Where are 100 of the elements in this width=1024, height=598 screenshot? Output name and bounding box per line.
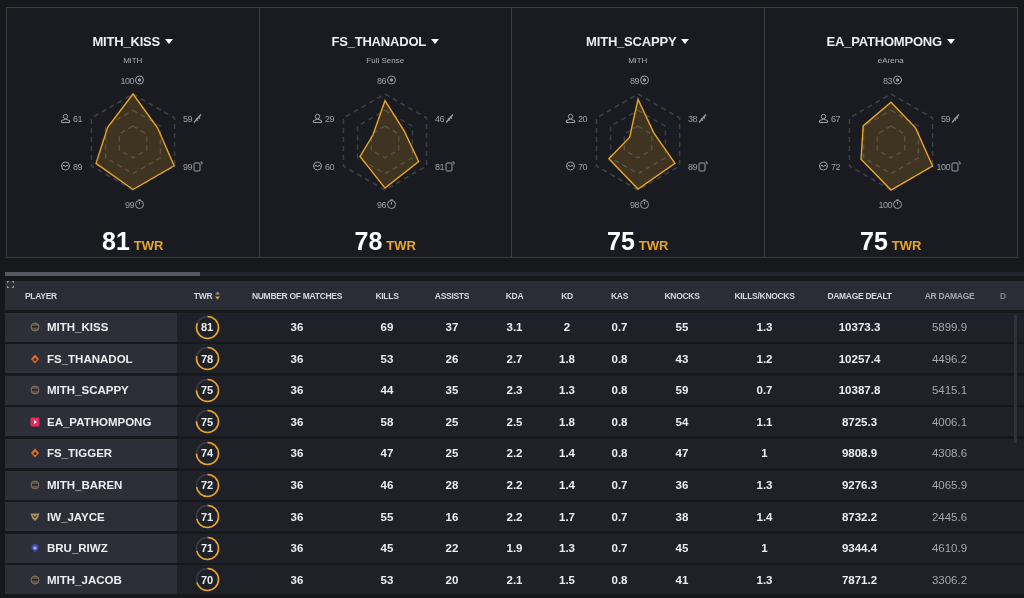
- column-header[interactable]: ASSISTS: [434, 290, 470, 301]
- twr-score: 81: [102, 227, 130, 256]
- axis-value: 89: [687, 161, 697, 172]
- table-cell-text: 3.1: [505, 321, 524, 334]
- table-cell-text: 2.5: [505, 415, 524, 428]
- table-cell-text: 53: [379, 573, 395, 586]
- table-cell-text: 1.5: [558, 573, 576, 586]
- player-selector[interactable]: FS_THANADOL: [331, 34, 440, 49]
- table-row[interactable]: FS_THANADOL 78 36 53 26 2.7 1.8 0.8 43 1.2 10257.4 4496.2: [5, 344, 1024, 374]
- table-cell-text: 0.7: [610, 542, 629, 555]
- table-cell-text: 2.2: [505, 447, 524, 460]
- table-cell-text: 2.3: [505, 384, 524, 397]
- table-cell-text: 58: [379, 415, 395, 428]
- crest-icon: [30, 543, 40, 554]
- table-cell-text: 46: [379, 479, 395, 492]
- player-name: FS_THANADOL: [47, 352, 133, 365]
- twr-score: 75: [607, 227, 635, 256]
- play-icon: [30, 416, 40, 427]
- player-name: IW_JAYCE: [47, 510, 105, 523]
- table-cell-text: 1.3: [755, 479, 774, 492]
- table-row[interactable]: EA_PATHOMPONG 75 36 58 25 2.5 1.8 0.8 54 1.1 8725.3 4006.1: [5, 407, 1024, 437]
- table-cell-text: 0.8: [610, 447, 629, 460]
- table-row[interactable]: IW_JAYCE 71 36 55 16 2.2 1.7 0.7 38 1.4 8732.2 2445.6: [5, 502, 1024, 532]
- column-header[interactable]: D: [1000, 290, 1006, 301]
- column-header[interactable]: AR DAMAGE: [924, 290, 975, 301]
- table-cell-text: 26: [444, 352, 460, 365]
- table-cell-text: 5415.1: [930, 384, 969, 397]
- table-cell-text: 10373.3: [837, 321, 882, 334]
- twr-ring: [194, 409, 220, 435]
- twr-value: 71: [200, 542, 214, 555]
- table-cell-text: 1: [760, 542, 769, 555]
- pulse-icon: [818, 161, 828, 171]
- helmet-icon: [30, 480, 40, 491]
- table-cell-text: 36: [289, 447, 305, 460]
- table-cell-text: 9344.4: [840, 542, 879, 555]
- person-icon: [60, 113, 70, 123]
- table-cell-text: 36: [289, 542, 305, 555]
- table-cell-text: 43: [674, 352, 690, 365]
- helmet-icon: [30, 574, 40, 585]
- table-cell-text: 36: [289, 384, 305, 397]
- table-cell-text: 1.1: [755, 415, 774, 428]
- crosshair-icon: [387, 75, 397, 85]
- axis-value: 100: [936, 161, 950, 172]
- column-header[interactable]: DAMAGE DEALT: [827, 290, 892, 301]
- scrollbar-thumb[interactable]: [5, 272, 200, 276]
- player-selector[interactable]: MITH_SCAPPY: [586, 34, 690, 49]
- table-row[interactable]: MITH_JACOB 70 36 53 20 2.1 1.5 0.8 41 1.3 7871.2 3306.2: [5, 565, 1024, 595]
- column-header[interactable]: PLAYER: [25, 290, 57, 301]
- caret-icon: [681, 39, 690, 44]
- phone-icon: [445, 161, 455, 172]
- table-cell-text: 4308.6: [930, 447, 969, 460]
- column-header[interactable]: KILLS: [375, 290, 399, 301]
- twr-score: 75: [860, 227, 888, 256]
- table-cell-text: 0.8: [610, 352, 629, 365]
- axis-value: 98: [629, 199, 639, 210]
- person-icon: [818, 113, 828, 123]
- twr-label: TWR: [891, 238, 922, 253]
- stopwatch-icon: [639, 199, 649, 209]
- phone-icon: [951, 161, 961, 172]
- column-header[interactable]: NUMBER OF MATCHES: [251, 290, 343, 301]
- table-cell-text: 8725.3: [840, 415, 879, 428]
- axis-value: 46: [435, 113, 445, 124]
- twr-value: 74: [200, 447, 214, 460]
- table-cell-text: 36: [289, 415, 305, 428]
- axis-value: 89: [72, 161, 82, 172]
- sort-icon[interactable]: [215, 291, 221, 300]
- table-cell-text: 1.3: [755, 321, 774, 334]
- column-header[interactable]: KNOCKS: [664, 290, 700, 301]
- column-header[interactable]: KAS: [610, 290, 628, 301]
- crosshair-icon: [639, 75, 649, 85]
- column-header[interactable]: KILLS/KNOCKS: [734, 290, 795, 301]
- table-cell-text: 45: [674, 542, 690, 555]
- table-cell-text: 36: [289, 321, 305, 334]
- table-cell-text: 5899.9: [930, 321, 969, 334]
- table-cell-text: 38: [674, 510, 690, 523]
- column-header[interactable]: KD: [561, 290, 573, 301]
- table-row[interactable]: FS_TIGGER 74 36 47 25 2.2 1.4 0.8 47 1 9808.9 4308.6: [5, 438, 1024, 468]
- syringe-icon: [445, 113, 454, 124]
- expand-icon[interactable]: [7, 281, 14, 288]
- player-selector[interactable]: MITH_KISS: [92, 34, 173, 49]
- table-cell-text: 4006.1: [930, 415, 969, 428]
- table-row[interactable]: MITH_KISS 81 36 69 37 3.1 2 0.7 55 1.3 10373.3 5899.9: [5, 312, 1024, 342]
- table-cell-text: 0.7: [755, 384, 774, 397]
- table-cell-text: 59: [674, 384, 690, 397]
- table-cell-text: 4065.9: [930, 479, 969, 492]
- table-row[interactable]: BRU_RIWZ 71 36 45 22 1.9 1.3 0.7 45 1 9344.4 4610.9: [5, 533, 1024, 563]
- twr-label: TWR: [386, 238, 416, 253]
- column-header[interactable]: KDA: [505, 290, 524, 301]
- table-cell-text: 2445.6: [930, 510, 969, 523]
- table-row[interactable]: MITH_SCAPPY 75 36 44 35 2.3 1.3 0.8 59 0.7 10387.8 5415.1: [5, 375, 1024, 405]
- table-row[interactable]: MITH_BAREN 72 36 46 28 2.2 1.4 0.7 36 1.3 9276.3 4065.9: [5, 470, 1024, 500]
- column-header[interactable]: TWR: [193, 290, 213, 301]
- shield-icon: [30, 511, 40, 522]
- team-name: MiTH: [628, 56, 648, 65]
- helmet-icon: [30, 322, 40, 333]
- player-selector[interactable]: EA_PATHOMPONG: [826, 34, 955, 49]
- table-cell-text: 37: [444, 321, 460, 334]
- axis-value: 86: [377, 75, 387, 86]
- table-cell-text: 10387.8: [837, 384, 882, 397]
- axis-value: 100: [120, 75, 134, 86]
